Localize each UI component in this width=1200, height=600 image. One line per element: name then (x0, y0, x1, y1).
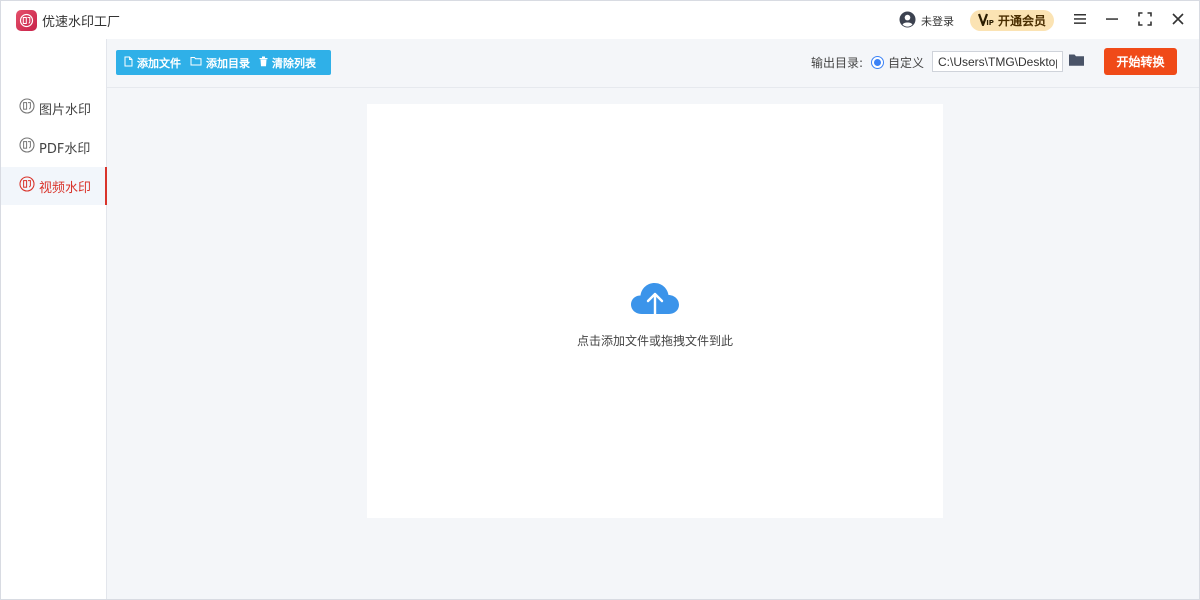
close-icon (1171, 12, 1185, 29)
vip-label: 开通会员 (997, 14, 1046, 28)
toolbar-divider (107, 87, 1199, 88)
sidebar: 图片水印 PDF水印 视频水印 (1, 39, 107, 599)
minimize-button[interactable] (1102, 10, 1122, 30)
add-folder-button[interactable]: 添加目录 (190, 55, 250, 71)
drop-hint-text: 点击添加文件或拖拽文件到此 (576, 334, 733, 348)
watermark-stamp-icon (19, 98, 35, 118)
add-file-button[interactable]: 添加文件 (124, 55, 181, 71)
sidebar-item-label: 图片水印 (39, 102, 92, 118)
user-avatar-icon (899, 11, 916, 31)
browse-folder-button[interactable] (1066, 52, 1086, 70)
cloud-upload-icon (629, 280, 681, 324)
trash-icon (259, 56, 268, 70)
svg-text:IP: IP (986, 19, 994, 26)
menu-button[interactable] (1070, 10, 1090, 30)
radio-button[interactable] (871, 56, 884, 69)
sidebar-item-label: 视频水印 (39, 180, 92, 196)
vip-upgrade-button[interactable]: IP 开通会员 (970, 10, 1054, 31)
folder-icon (1068, 53, 1085, 70)
app-window: 优速水印工厂 未登录 IP 开通会员 图片水印 PDF水印 视频水印 添加文件 … (0, 0, 1200, 600)
title-bar: 优速水印工厂 未登录 IP 开通会员 (1, 1, 1199, 39)
hamburger-menu-icon (1073, 13, 1087, 28)
file-drop-zone[interactable]: 点击添加文件或拖拽文件到此 (367, 104, 943, 518)
custom-dir-radio[interactable]: 自定义 (871, 54, 924, 71)
login-status: 未登录 (921, 15, 954, 28)
sidebar-item-video-watermark[interactable]: 视频水印 (1, 167, 107, 205)
maximize-icon (1138, 11, 1152, 29)
add-folder-label: 添加目录 (206, 56, 250, 70)
output-dir-label: 输出目录: (811, 56, 864, 70)
vip-badge-icon: IP (977, 13, 994, 29)
user-login-area[interactable]: 未登录 (899, 11, 954, 31)
app-logo-icon (16, 10, 37, 31)
sidebar-item-label: PDF水印 (39, 141, 91, 157)
file-toolbar: 添加文件 添加目录 清除列表 (116, 50, 331, 75)
clear-list-label: 清除列表 (272, 56, 316, 70)
folder-outline-icon (190, 56, 202, 69)
custom-dir-label: 自定义 (888, 56, 925, 70)
sidebar-item-image-watermark[interactable]: 图片水印 (1, 89, 107, 127)
watermark-stamp-icon (19, 176, 35, 196)
add-file-label: 添加文件 (137, 56, 181, 70)
start-convert-button[interactable]: 开始转换 (1104, 48, 1177, 75)
close-button[interactable] (1168, 10, 1188, 30)
file-icon (124, 56, 133, 70)
maximize-button[interactable] (1135, 10, 1155, 30)
watermark-stamp-icon (19, 137, 35, 157)
sidebar-item-pdf-watermark[interactable]: PDF水印 (1, 128, 107, 166)
app-title: 优速水印工厂 (42, 15, 121, 30)
output-path-input[interactable] (932, 51, 1063, 72)
clear-list-button[interactable]: 清除列表 (259, 55, 316, 71)
minimize-icon (1105, 13, 1119, 28)
